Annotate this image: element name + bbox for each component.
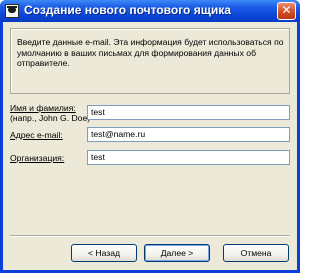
email-input[interactable]: test@name.ru xyxy=(87,127,290,142)
description-text: Введите данные e-mail. Эта информация бу… xyxy=(17,37,284,68)
organization-label: Организация: xyxy=(10,153,65,163)
window-title: Создание нового почтового ящика xyxy=(24,3,231,17)
name-label-line2: (напр., John G. Doe) xyxy=(10,113,91,123)
dialog-window: Создание нового почтового ящика ✕ Введит… xyxy=(0,0,300,273)
description-panel: Введите данные e-mail. Эта информация бу… xyxy=(10,28,290,94)
email-label: Адрес e-mail: xyxy=(10,130,63,140)
title-bar[interactable]: Создание нового почтового ящика ✕ xyxy=(0,0,300,22)
close-button[interactable]: ✕ xyxy=(277,2,296,20)
back-button[interactable]: < Назад xyxy=(71,244,137,262)
dialog-body: Введите данные e-mail. Эта информация бу… xyxy=(3,22,297,270)
name-input[interactable]: test xyxy=(87,105,290,120)
button-separator xyxy=(10,235,290,237)
app-icon xyxy=(5,4,19,18)
next-button[interactable]: Далее > xyxy=(144,244,210,262)
cancel-button[interactable]: Отмена xyxy=(223,244,289,262)
organization-input[interactable]: test xyxy=(87,150,290,165)
name-label: Имя и фамилия: (напр., John G. Doe) xyxy=(10,103,90,123)
name-label-line1: Имя и фамилия: xyxy=(10,103,76,113)
